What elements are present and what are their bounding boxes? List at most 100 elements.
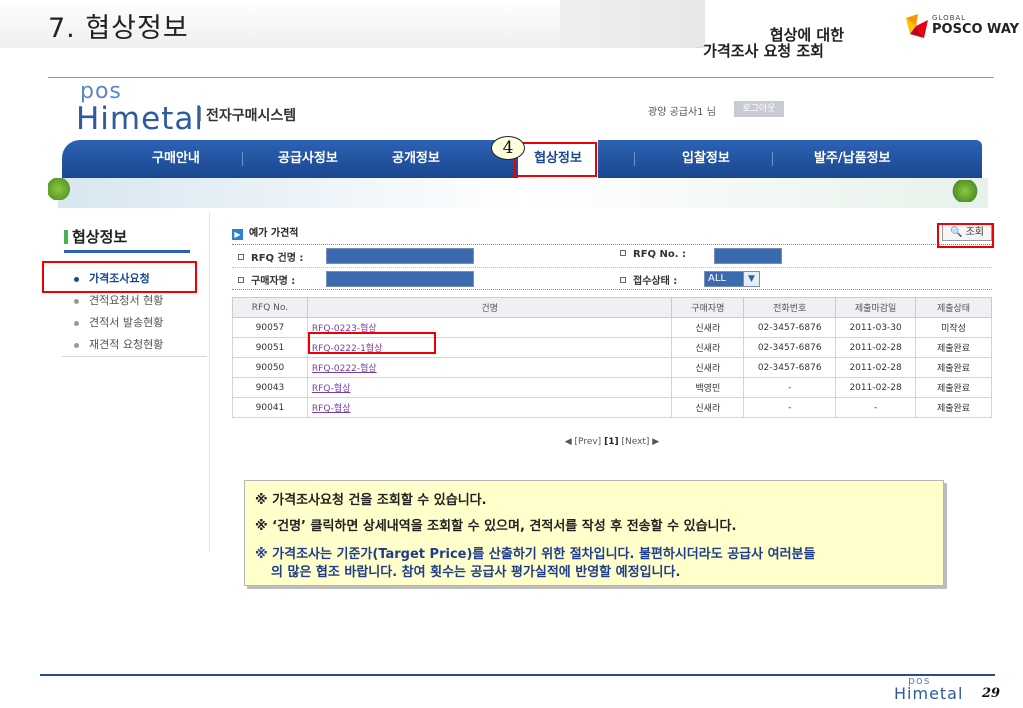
- due-date-cell: 2011-02-28: [835, 337, 917, 358]
- phone-cell: -: [743, 397, 837, 418]
- brand-himetal-text: Himetal: [76, 101, 204, 137]
- nav-divider: [634, 152, 635, 166]
- filter-row-divider: [232, 267, 992, 268]
- column-header: RFQ No.: [232, 297, 308, 318]
- nav-item-order-delivery[interactable]: 발주/납품정보: [814, 140, 891, 178]
- buyer-cell: 신새라: [671, 317, 745, 338]
- system-name: 전자구매시스템: [206, 108, 297, 124]
- rfq-no-label-text: RFQ No. :: [633, 249, 687, 260]
- status-label: 접수상태 :: [620, 272, 677, 287]
- sidebar-item-requote-status[interactable]: 재견적 요청현황: [74, 336, 163, 352]
- search-filter-area: RFQ 건명 : RFQ No. : 구매자명 : 접수상태 : ALL ▼: [232, 244, 992, 290]
- notice-box: ※ 가격조사요청 건을 조회할 수 있습니다. ※ ‘건명’ 클릭하면 상세내역…: [244, 480, 944, 586]
- sidebar-item-label: 재견적 요청현황: [89, 338, 164, 351]
- table-row: 90050 RFQ-0222-협상 신새라 02-3457-6876 2011-…: [232, 357, 992, 378]
- rfq-name-input[interactable]: [326, 248, 474, 264]
- play-arrow-icon: ▶: [232, 229, 243, 240]
- pager-next[interactable]: [Next] ▶: [621, 437, 659, 447]
- logout-button[interactable]: 로그아웃: [734, 101, 784, 117]
- posco-logo: GLOBAL POSCO WAY: [904, 8, 1019, 44]
- status-select-value: ALL: [705, 272, 743, 286]
- nav-divider: [772, 152, 773, 166]
- sidebar-title: 협상정보: [72, 228, 128, 246]
- column-header: 구매자명: [671, 297, 745, 318]
- column-header: 전화번호: [743, 297, 837, 318]
- sidebar-item-quote-sent-status[interactable]: 견적서 발송현황: [74, 314, 163, 330]
- bullet-square-icon: [620, 277, 626, 283]
- rfq-no-input[interactable]: [714, 248, 782, 264]
- rfq-table: RFQ No. 건명 구매자명 전화번호 제출마감일 제출상태 90057 RF…: [232, 297, 992, 418]
- callout-highlight-nav: [514, 142, 597, 177]
- posco-way-text: POSCO WAY: [932, 22, 1020, 37]
- chevron-down-icon: ▼: [743, 272, 759, 286]
- buyer-cell: 신새라: [671, 337, 745, 358]
- notice-line: ※ ‘건명’ 클릭하면 상세내역을 조회할 수 있으며, 견적서를 작성 후 전…: [255, 519, 737, 534]
- buyer-name-label-text: 구매자명 :: [251, 276, 296, 287]
- status-cell: 미작성: [915, 317, 992, 338]
- subject-link[interactable]: RFQ-협상: [312, 404, 351, 414]
- sidebar-item-quote-request-status[interactable]: 견적요청서 현황: [74, 292, 163, 308]
- subject-cell: RFQ-협상: [306, 397, 673, 418]
- phone-cell: 02-3457-6876: [743, 337, 837, 358]
- status-select[interactable]: ALL ▼: [704, 271, 760, 287]
- bullet-square-icon: [238, 254, 244, 260]
- notice-line: ※ 가격조사요청 건을 조회할 수 있습니다.: [255, 493, 487, 508]
- nav-item-bid-info[interactable]: 입찰정보: [682, 140, 730, 178]
- header-rule: [48, 77, 994, 78]
- nav-item-supplier-info[interactable]: 공급사정보: [278, 140, 338, 178]
- sidebar-item-label: 견적서 발송현황: [89, 316, 164, 329]
- due-date-cell: 2011-02-28: [835, 357, 917, 378]
- bullet-square-icon: [620, 250, 626, 256]
- due-date-cell: 2011-03-30: [835, 317, 917, 338]
- buyer-name-label: 구매자명 :: [238, 272, 295, 287]
- bullet-icon: [74, 320, 79, 326]
- rfq-name-label-text: RFQ 건명 :: [251, 253, 304, 264]
- leaf-decoration-icon: [948, 180, 982, 202]
- decorative-banner: [58, 178, 988, 208]
- table-row: 90043 RFQ-협상 백영민 - 2011-02-28 제출완료: [232, 377, 992, 398]
- phone-cell: 02-3457-6876: [743, 317, 837, 338]
- pagination: ◀ [Prev] [1] [Next] ▶: [232, 437, 992, 447]
- nav-item-purchase-guide[interactable]: 구매안내: [152, 140, 200, 178]
- posco-global-text: GLOBAL: [932, 14, 967, 22]
- rfq-no-cell: 90057: [232, 317, 308, 338]
- page-number: 29: [982, 686, 1001, 701]
- status-cell: 제출완료: [915, 337, 992, 358]
- nav-item-public-info[interactable]: 공개정보: [392, 140, 440, 178]
- user-greeting: 광양 공급사1 님: [648, 107, 716, 118]
- bullet-icon: [74, 342, 79, 348]
- slide-subtitle-line2: 가격조사 요청 조회: [703, 42, 824, 60]
- subject-link[interactable]: RFQ-협상: [312, 384, 351, 394]
- buyer-name-input[interactable]: [326, 271, 474, 287]
- rfq-no-cell: 90041: [232, 397, 308, 418]
- notice-line: 의 많은 협조 바랍니다. 참여 횟수는 공급사 평가실적에 반영할 예정입니다…: [271, 565, 681, 580]
- section-title-text: 예가 가견적: [249, 228, 299, 239]
- sidebar-divider: [62, 356, 207, 357]
- status-label-text: 접수상태 :: [633, 276, 678, 287]
- column-header: 건명: [306, 297, 673, 318]
- subject-cell: RFQ-0222-협상: [306, 357, 673, 378]
- subject-link[interactable]: RFQ-0222-협상: [312, 364, 377, 374]
- bullet-square-icon: [238, 277, 244, 283]
- footer-brand-himetal: Himetal: [894, 684, 964, 703]
- pager-current-page[interactable]: [1]: [604, 437, 619, 447]
- status-cell: 제출완료: [915, 397, 992, 418]
- rfq-name-label: RFQ 건명 :: [238, 249, 303, 264]
- column-header: 제출마감일: [835, 297, 917, 318]
- status-cell: 제출완료: [915, 357, 992, 378]
- notice-line: ※ 가격조사는 기준가(Target Price)를 산출하기 위한 절차입니다…: [255, 547, 816, 562]
- posco-mark-icon: [906, 14, 928, 38]
- pager-prev[interactable]: ◀ [Prev]: [565, 437, 601, 447]
- rfq-no-cell: 90050: [232, 357, 308, 378]
- sidebar-title-marker: [64, 230, 68, 244]
- leaf-decoration-icon: [48, 178, 74, 200]
- callout-highlight-sidebar: [42, 261, 197, 293]
- buyer-cell: 신새라: [671, 397, 745, 418]
- section-title: ▶ 예가 가견적: [232, 224, 298, 240]
- slide: 7. 협상정보 협상에 대한 가격조사 요청 조회 GLOBAL POSCO W…: [0, 0, 1023, 708]
- table-row: 90041 RFQ-협상 신새라 - - 제출완료: [232, 397, 992, 418]
- rfq-no-cell: 90043: [232, 377, 308, 398]
- sidebar-underline: [64, 250, 190, 253]
- slide-title: 7. 협상정보: [48, 13, 189, 44]
- column-header: 제출상태: [915, 297, 992, 318]
